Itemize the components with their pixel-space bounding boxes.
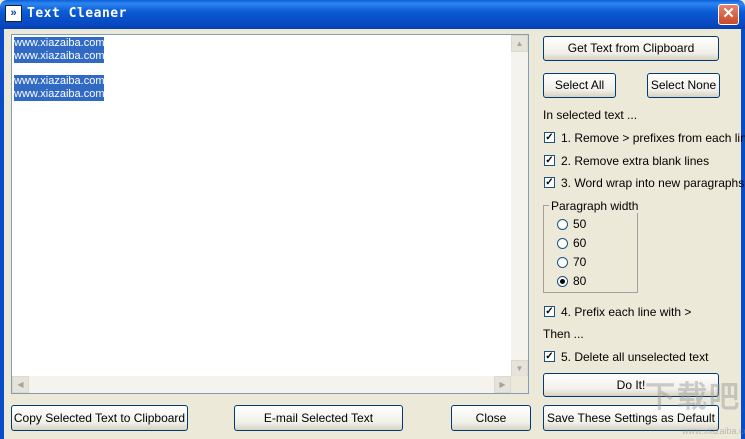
width-50-label: 50 xyxy=(573,217,587,231)
text-content: www.xiazaiba.com www.xiazaiba.com www.xi… xyxy=(14,37,105,101)
delete-unselected-checkbox[interactable]: ✓ xyxy=(544,351,555,362)
word-wrap-checkbox[interactable]: ✓ xyxy=(544,177,555,188)
scrollbar-corner xyxy=(511,376,528,393)
width-70-label: 70 xyxy=(573,255,587,269)
text-line: www.xiazaiba.com xyxy=(14,88,105,101)
in-selected-text-label: In selected text ... xyxy=(543,108,638,122)
window-frame-left xyxy=(0,29,4,439)
delete-unselected-label: 5. Delete all unselected text xyxy=(561,350,709,364)
get-text-from-clipboard-button[interactable]: Get Text from Clipboard xyxy=(543,36,719,61)
window-frame-right xyxy=(741,29,745,439)
then-label: Then ... xyxy=(543,327,584,341)
paragraph-width-title: Paragraph width xyxy=(549,199,641,213)
scroll-up-icon[interactable]: ▲ xyxy=(511,35,528,52)
text-line: www.xiazaiba.com xyxy=(14,37,105,50)
width-80-label: 80 xyxy=(573,274,587,288)
prefix-each-line-label: 4. Prefix each line with > xyxy=(561,305,692,319)
remove-blank-lines-checkbox[interactable]: ✓ xyxy=(544,155,555,166)
remove-blank-lines-label: 2. Remove extra blank lines xyxy=(561,154,710,168)
remove-prefixes-label: 1. Remove > prefixes from each line xyxy=(561,131,745,145)
text-line: www.xiazaiba.com xyxy=(14,75,105,88)
width-80-radio[interactable] xyxy=(557,276,568,287)
select-none-button[interactable]: Select None xyxy=(647,73,720,98)
text-line: www.xiazaiba.com xyxy=(14,50,105,63)
width-50-radio[interactable] xyxy=(557,219,568,230)
watermark-logo: 下载吧 xyxy=(645,380,741,415)
vertical-scrollbar[interactable]: ▲ ▼ xyxy=(511,35,528,377)
close-window-button[interactable]: ✕ xyxy=(718,4,739,25)
text-editor[interactable]: www.xiazaiba.com www.xiazaiba.com www.xi… xyxy=(11,34,529,394)
scroll-left-icon[interactable]: ◀ xyxy=(12,376,29,393)
title-bar: » Text Cleaner ✕ xyxy=(0,0,745,29)
prefix-each-line-checkbox[interactable]: ✓ xyxy=(544,306,555,317)
window-title: Text Cleaner xyxy=(27,6,127,21)
width-70-radio[interactable] xyxy=(557,257,568,268)
app-logo-icon: » xyxy=(5,5,22,22)
close-button[interactable]: Close xyxy=(451,405,531,431)
email-selected-text-button[interactable]: E-mail Selected Text xyxy=(234,405,403,431)
select-all-button[interactable]: Select All xyxy=(543,73,616,98)
remove-prefixes-checkbox[interactable]: ✓ xyxy=(544,132,555,143)
scroll-right-icon[interactable]: ▶ xyxy=(494,376,511,393)
width-60-radio[interactable] xyxy=(557,238,568,249)
word-wrap-label: 3. Word wrap into new paragraphs xyxy=(561,176,745,190)
watermark-url: www.xiazaiba.com xyxy=(682,426,745,436)
horizontal-scrollbar[interactable]: ◀ ▶ xyxy=(12,376,511,393)
scroll-down-icon[interactable]: ▼ xyxy=(511,360,528,377)
width-60-label: 60 xyxy=(573,236,587,250)
copy-selected-text-button[interactable]: Copy Selected Text to Clipboard xyxy=(11,405,188,431)
